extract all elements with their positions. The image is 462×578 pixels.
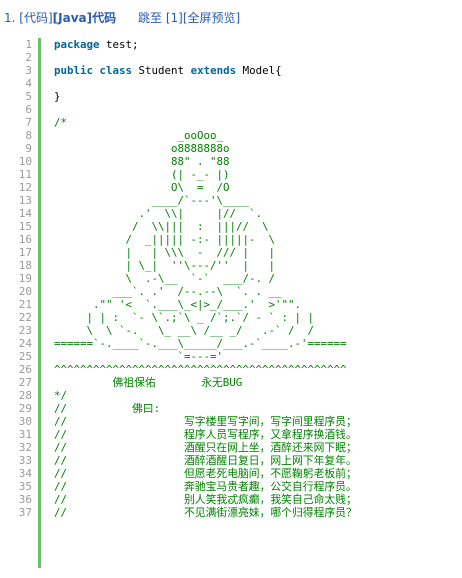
comment-line: _ooOoo_	[54, 129, 224, 142]
comment-line: // 佛曰:	[54, 402, 161, 415]
line-number: 4	[25, 77, 32, 90]
line-number: 2	[25, 51, 32, 64]
line-number: 5	[25, 90, 32, 103]
line-number: 34	[18, 467, 32, 480]
line-number: 26	[18, 363, 32, 376]
comment-line: `=---='	[54, 350, 224, 363]
line-number: 24	[18, 337, 32, 350]
line-number: 1	[25, 38, 32, 51]
comment-line: ."" '< `.___\_<|>_/___.' >'"".	[54, 298, 302, 311]
line-number: 20	[18, 285, 32, 298]
comment-line: // 奔驰宝马贵者趣，公交自行程序员。	[54, 480, 357, 493]
line-number: 11	[18, 168, 32, 181]
line-number: 25	[18, 350, 32, 363]
comment-line: // 酒醒只在网上坐，酒醉还来网下眠；	[54, 441, 357, 454]
code-line: }	[54, 90, 462, 103]
comment-line: ^^^^^^^^^^^^^^^^^^^^^^^^^^^^^^^^^^^^^^^^…	[54, 363, 347, 376]
line-number-gutter: 1 2 3 4 5 6 7 8 9 10 11 12 13 14 15 16 17 18 19 20 21 22 23 24 2…	[0, 38, 34, 519]
comment-line: (| -_- |)	[54, 168, 230, 181]
code-line: public class Student extends Model{	[54, 64, 462, 77]
line-number: 3	[25, 64, 32, 77]
line-number: 37	[18, 506, 32, 519]
keyword-token: class	[99, 64, 133, 77]
comment-line: ____/`---'\____	[54, 194, 250, 207]
comment-line: // 不见满街漂亮妹，哪个归得程序员？	[54, 506, 357, 519]
line-number: 36	[18, 493, 32, 506]
comment-line: // 写字楼里写字间，写字间里程序员；	[54, 415, 357, 428]
code-token: Student	[132, 64, 191, 77]
code-token: Model{	[236, 64, 282, 77]
line-number: 28	[18, 389, 32, 402]
snippet-header: 1. [代码][Java]代码 跳至 [1][全屏预览]	[0, 8, 462, 28]
comment-line: /*	[54, 116, 68, 129]
line-number: 6	[25, 103, 32, 116]
line-number: 32	[18, 441, 32, 454]
comment-line: // 酒醉酒醒日复日，网上网下年复年。	[54, 454, 357, 467]
line-number: 15	[18, 220, 32, 233]
code-token: }	[54, 90, 61, 103]
line-number: 35	[18, 480, 32, 493]
line-number: 29	[18, 402, 32, 415]
line-number: 22	[18, 311, 32, 324]
line-number: 18	[18, 259, 32, 272]
code-block: 1 2 3 4 5 6 7 8 9 10 11 12 13 14 15 16 17 18 19 20 21 22 23 24 2…	[0, 38, 462, 568]
line-number: 31	[18, 428, 32, 441]
line-number: 14	[18, 207, 32, 220]
comment-line: // 但愿老死电脑间，不愿鞠躬老板前；	[54, 467, 357, 480]
comment-line: | | \\\ - /// | |	[54, 246, 276, 259]
comment-line: o8888888o	[54, 142, 230, 155]
comment-line: // 程序人员写程序，又拿程序换酒钱。	[54, 428, 357, 441]
line-number: 8	[25, 129, 32, 142]
keyword-token: package	[54, 38, 100, 51]
keyword-token: extends	[190, 64, 237, 77]
comment-line: 佛祖保佑 永无BUG	[54, 376, 243, 389]
code-token: test;	[99, 38, 139, 51]
comment-line: .' \\| |// `.	[54, 207, 263, 220]
code-content: package test; public class Student extend…	[54, 38, 462, 519]
comment-line: | | : `- \`.;`\ _ /`;.`/ - ` : | |	[54, 311, 315, 324]
comment-line: ___`. .' /--.--\ `. . __	[54, 285, 282, 298]
comment-line: // 别人笑我忒疯癫，我笑自己命太贱；	[54, 493, 357, 506]
comment-line: / \\||| : |||// \	[54, 220, 269, 233]
line-number: 33	[18, 454, 32, 467]
fullscreen-preview-link[interactable]: [全屏预览]	[183, 11, 240, 25]
line-number: 7	[25, 116, 32, 129]
keyword-token: public	[54, 64, 94, 77]
snippet-title-link[interactable]: 1. [代码][Java]代码	[4, 8, 116, 28]
snippet-title-label: 代码	[92, 11, 117, 25]
jump-index-link[interactable]: [1]	[166, 11, 183, 25]
comment-line: \ .-\__ `-` ___/-. /	[54, 272, 276, 285]
line-number: 10	[18, 155, 32, 168]
comment-line: | \_| ''\---/'' | |	[54, 259, 276, 272]
comment-line: ======`-.____`-.___\_____/___.-`____.-'=…	[54, 337, 347, 350]
line-number: 23	[18, 324, 32, 337]
line-number: 17	[18, 246, 32, 259]
snippet-title-language: [Java]	[52, 11, 93, 25]
jump-links: 跳至 [1][全屏预览]	[138, 8, 240, 28]
line-number: 16	[18, 233, 32, 246]
comment-line: O\ = /O	[54, 181, 230, 194]
line-number: 12	[18, 181, 32, 194]
line-number: 13	[18, 194, 32, 207]
jump-to-label[interactable]: 跳至	[138, 11, 162, 25]
line-number: 30	[18, 415, 32, 428]
snippet-index: 1.	[4, 11, 16, 25]
snippet-title-code: [代码]	[19, 11, 53, 25]
code-line: package test;	[54, 38, 462, 51]
comment-line: \ \ `-. \_ __\ /__ _/ .-` / /	[54, 324, 315, 337]
comment-line: 88" . "88	[54, 155, 230, 168]
comment-line: / _||||| -:- |||||- \	[54, 233, 276, 246]
line-number: 21	[18, 298, 32, 311]
code-gutter-bar	[38, 38, 41, 568]
comment-line: */	[54, 389, 68, 402]
line-number: 27	[18, 376, 32, 389]
line-number: 9	[25, 142, 32, 155]
line-number: 19	[18, 272, 32, 285]
